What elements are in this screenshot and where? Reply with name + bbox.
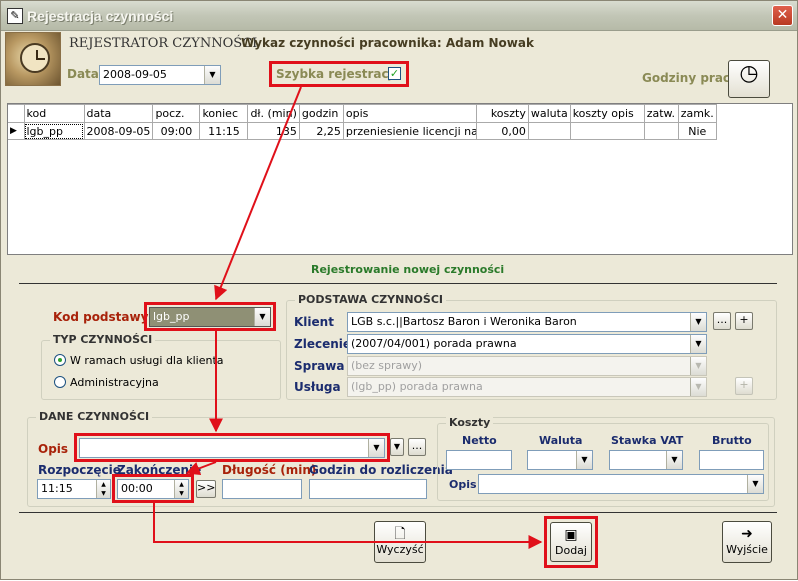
window: ✎ Rejestracja czynności ✕ REJESTRATOR CZ… xyxy=(0,0,798,580)
arrow-quick-to-kod xyxy=(214,86,302,301)
annotation-arrows xyxy=(153,86,543,549)
arrow-end-to-add xyxy=(153,503,543,549)
arrow-opis-to-end xyxy=(185,461,217,476)
